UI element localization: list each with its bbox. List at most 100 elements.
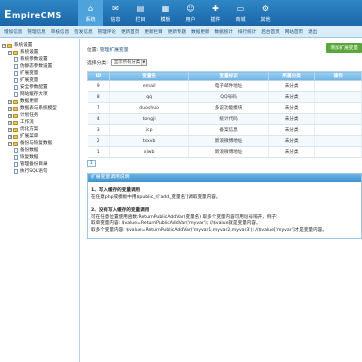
collapse-icon[interactable]: − bbox=[8, 141, 12, 146]
tree-node[interactable]: − 系统设置 bbox=[2, 42, 77, 49]
tree-node[interactable]: 扩展变量 bbox=[2, 70, 77, 77]
tree-node[interactable]: + 扩展菜单 bbox=[2, 133, 77, 140]
top-nav-item-8[interactable]: ⚙ 其他 bbox=[253, 0, 278, 26]
quick-nav-link[interactable]: 数据统计 bbox=[215, 29, 233, 35]
table-row[interactable]: 3 icp 备案信息 未分类 bbox=[87, 124, 362, 136]
tree-node-label: 系统设置 bbox=[20, 50, 39, 55]
cell-actions bbox=[314, 124, 362, 136]
expand-icon[interactable]: + bbox=[8, 134, 12, 139]
tree-node[interactable]: + 计划任务 bbox=[2, 112, 77, 119]
cell-cat: 未分类 bbox=[268, 102, 316, 114]
quick-nav-link[interactable]: 更新栏目 bbox=[144, 29, 162, 35]
quick-nav-link[interactable]: 排行统计 bbox=[238, 29, 256, 35]
logo[interactable]: EmpireCMS bbox=[4, 8, 62, 21]
cell-id: 4 bbox=[87, 113, 110, 125]
tree-node[interactable]: 网站缓存大项 bbox=[2, 91, 77, 98]
tree-node-label: 伪静态参数设置 bbox=[20, 64, 53, 69]
column-header: 变量名 bbox=[108, 71, 190, 81]
tree-node[interactable]: − 系统设置 bbox=[2, 49, 77, 56]
quick-nav-link[interactable]: 后台首页 bbox=[261, 29, 279, 35]
quick-nav-link[interactable]: 签发信息 bbox=[74, 29, 92, 35]
table-row[interactable]: 8 qq QQ号码 未分类 bbox=[87, 91, 362, 103]
table-row[interactable]: 2 tsxvb 新浪微博地址 未分类 bbox=[87, 135, 362, 147]
top-nav-item-7[interactable]: ▭ 商城 bbox=[228, 0, 253, 26]
chevron-down-icon: ▼ bbox=[140, 60, 146, 65]
page-icon bbox=[14, 148, 18, 153]
quick-nav-link[interactable]: 更新首页 bbox=[121, 29, 139, 35]
table-row[interactable]: 7 duoshuo 多说功能模块 未分类 bbox=[87, 102, 362, 114]
expand-icon[interactable]: + bbox=[8, 99, 12, 104]
top-nav-item-4[interactable]: ▦ 模板 bbox=[153, 0, 178, 26]
tree-node[interactable]: 伪静态参数设置 bbox=[2, 63, 77, 70]
sidebar-tree: − 系统设置 − 系统设置 系统参数设置 伪静态参数设置 扩展变量 扩展变量 安全参数配置 网站缓… bbox=[0, 39, 80, 362]
folder-icon bbox=[7, 43, 12, 48]
top-nav-item-1[interactable]: ⌂ 系统 bbox=[78, 0, 103, 26]
tree-node[interactable]: 备份数据 bbox=[2, 147, 77, 154]
variables-table: ID 变量名 变量标识 所属分类 操作 9 email 电子邮件地址 未分类 8 qq QQ号码 未分… bbox=[87, 71, 362, 158]
category-filter: 选择分类: 显示所有分类 ▼ bbox=[87, 59, 356, 66]
tree-node-label: 安全参数配置 bbox=[20, 85, 48, 90]
table-row[interactable]: 9 email 电子邮件地址 未分类 bbox=[87, 80, 362, 92]
tree-node[interactable]: 扩展变量 bbox=[2, 77, 77, 84]
tree-node[interactable]: 系统参数设置 bbox=[2, 56, 77, 63]
top-nav-label: 系统 bbox=[85, 17, 96, 23]
top-nav-item-6[interactable]: ✚ 插件 bbox=[203, 0, 228, 26]
expand-icon[interactable]: + bbox=[8, 127, 12, 132]
cell-mark: 新浪微博地址 bbox=[188, 135, 269, 147]
tree-node[interactable]: − 备份与恢复数据 bbox=[2, 140, 77, 147]
tree-node[interactable]: + 数据更新 bbox=[2, 98, 77, 105]
cell-name: tongji bbox=[109, 113, 190, 125]
collapse-icon[interactable]: − bbox=[2, 43, 6, 48]
expand-icon[interactable]: + bbox=[8, 106, 12, 111]
cart-icon: ▭ bbox=[236, 3, 245, 13]
quick-nav-link[interactable]: 网站首页 bbox=[285, 29, 303, 35]
cell-id: 2 bbox=[87, 135, 110, 147]
breadcrumb-link[interactable]: 管理扩展变量 bbox=[100, 48, 129, 53]
folder-icon bbox=[13, 141, 18, 146]
expand-icon[interactable]: + bbox=[8, 113, 12, 118]
page-icon bbox=[14, 64, 18, 69]
tree-node[interactable]: + 工作流 bbox=[2, 119, 77, 126]
quick-nav-link[interactable]: 审核信息 bbox=[51, 29, 69, 35]
top-nav-label: 其他 bbox=[260, 17, 271, 23]
quick-nav-link[interactable]: 更新专题 bbox=[168, 29, 186, 35]
home-icon: ⌂ bbox=[87, 3, 94, 13]
tree-node[interactable]: + 优化方案 bbox=[2, 126, 77, 133]
add-variable-button[interactable]: 增加扩展变量 bbox=[326, 43, 362, 53]
quick-nav-link[interactable]: 增加信息 bbox=[4, 29, 22, 35]
quick-nav-link[interactable]: 数据更新 bbox=[191, 29, 209, 35]
page-link[interactable]: 1 bbox=[87, 160, 96, 167]
cell-id: 3 bbox=[87, 124, 110, 136]
top-nav-label: 商城 bbox=[235, 17, 246, 23]
cell-cat: 未分类 bbox=[268, 91, 316, 103]
tree-node[interactable]: 恢复数据 bbox=[2, 154, 77, 161]
tree-node[interactable]: 执行SQL语句 bbox=[2, 168, 77, 175]
top-nav-item-3[interactable]: ▤ 栏目 bbox=[128, 0, 153, 26]
cell-mark: 电子邮件地址 bbox=[188, 80, 269, 92]
column-header: 操作 bbox=[314, 71, 362, 81]
expand-icon[interactable]: + bbox=[8, 120, 12, 125]
cell-actions bbox=[314, 80, 362, 92]
page-icon bbox=[14, 162, 18, 167]
tree-node[interactable]: 管理备份目录 bbox=[2, 161, 77, 168]
cell-name: xlwb bbox=[109, 146, 190, 158]
cell-cat: 未分类 bbox=[268, 135, 316, 147]
quick-nav-link[interactable]: 管理评论 bbox=[98, 29, 116, 35]
quick-nav-link[interactable]: 退出 bbox=[308, 29, 317, 35]
tree-node-label: 数据更新 bbox=[20, 99, 39, 104]
cell-name: duoshuo bbox=[109, 102, 190, 114]
cell-id: 1 bbox=[87, 146, 110, 158]
tree-node[interactable]: 安全参数配置 bbox=[2, 84, 77, 91]
top-nav-item-2[interactable]: ✉ 信息 bbox=[103, 0, 128, 26]
help-text-4: 取多个变量内容: $value=ReturnPublicAddVar('myva… bbox=[91, 227, 327, 233]
tree-node[interactable]: + 数据表与系统模型 bbox=[2, 105, 77, 112]
tree-node-label: 执行SQL语句 bbox=[20, 169, 48, 174]
category-select[interactable]: 显示所有分类 ▼ bbox=[110, 59, 147, 66]
top-nav-item-5[interactable]: ☺ 用户 bbox=[178, 0, 203, 26]
quick-nav-link[interactable]: 管理信息 bbox=[27, 29, 45, 35]
tree-node-label: 计划任务 bbox=[20, 113, 39, 118]
top-nav: ⌂ 系统 ✉ 信息 ▤ 栏目 ▦ 模板 ☺ 用户 ✚ 插件 ▭ 商城 ⚙ 其他 bbox=[78, 0, 278, 26]
table-row[interactable]: 4 tongji 统计代码 未分类 bbox=[87, 113, 362, 125]
collapse-icon[interactable]: − bbox=[8, 50, 12, 55]
table-row[interactable]: 1 xlwb 新浪微博地址 未分类 bbox=[87, 146, 362, 158]
